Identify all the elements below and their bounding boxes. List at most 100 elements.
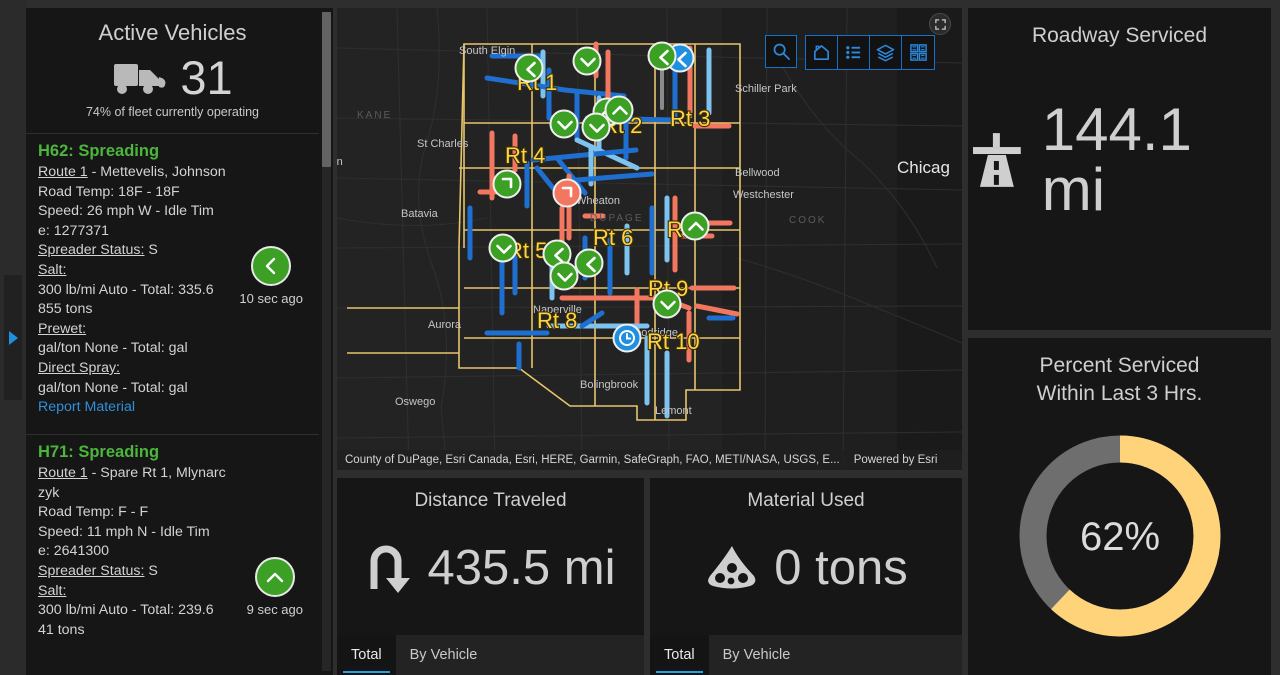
distance-tabs[interactable]: Total By Vehicle <box>337 635 644 675</box>
triangle-right-icon <box>8 330 18 345</box>
tab-by-vehicle[interactable]: By Vehicle <box>396 635 492 675</box>
material-value: 0 tons <box>774 540 908 595</box>
direct-spray-value: gal/ton None - Total: gal <box>38 379 188 396</box>
map-route-label: Rt 8 <box>537 308 577 333</box>
route-rest: - Mettevelis, Johnson <box>87 164 226 180</box>
card-title: Distance Traveled <box>414 490 567 511</box>
map-vehicle-marker[interactable] <box>647 41 677 71</box>
salt-heading: Salt: <box>38 582 243 602</box>
map-place-label: Bellwood <box>735 167 780 179</box>
map-vehicle-marker[interactable] <box>549 261 579 291</box>
vehicle-card[interactable]: H62: Spreading Route 1 - Mettevelis, Joh… <box>26 134 319 434</box>
spreader-status-value: S <box>144 242 158 259</box>
active-vehicles-scroll-area[interactable]: Active Vehicles 31 74% of fleet currentl… <box>26 8 319 675</box>
map-attribution: County of DuPage, Esri Canada, Esri, HER… <box>337 450 962 470</box>
salt-heading: Salt: <box>38 261 243 281</box>
spreader-status-label: Spreader Status: <box>38 562 145 579</box>
vehicles-scrollbar-thumb[interactable] <box>322 12 331 167</box>
salt-label: Salt: <box>38 582 67 599</box>
panel-expand-handle[interactable] <box>4 275 22 400</box>
map-place-label: St Charles <box>417 138 469 150</box>
vehicle-speed: Speed: 26 mph W - Idle Tim <box>38 203 214 220</box>
map-place-label: Wheaton <box>576 195 620 207</box>
map-vehicle-marker[interactable] <box>581 112 611 142</box>
map-vehicle-marker[interactable] <box>680 211 710 241</box>
map-place-label: South Elgin <box>459 45 515 57</box>
material-used-card: Material Used 0 tons Total By Vehicle <box>650 478 962 675</box>
map-place-label: COOK <box>789 215 826 226</box>
map-place-label: Bolingbrook <box>580 379 639 391</box>
vehicle-speed: Speed: 11 mph N - Idle Tim <box>38 523 210 540</box>
direct-spray-heading: Direct Spray: <box>38 359 243 379</box>
route-rest: - Spare Rt 1, Mlynarc <box>87 465 226 481</box>
vehicle-spreader-status: Spreader Status: S <box>38 562 243 582</box>
vehicle-idle-time-cont: e: 2641300 <box>38 543 110 560</box>
vehicle-status-badge: 9 sec ago <box>247 557 303 617</box>
map-vehicle-marker[interactable] <box>514 53 544 83</box>
distance-value: 435.5 mi <box>427 540 616 595</box>
tab-total[interactable]: Total <box>337 635 396 675</box>
map-vehicle-marker[interactable] <box>612 323 642 353</box>
chevron-left-circle-icon <box>251 246 292 286</box>
map-toolbar[interactable] <box>765 35 935 70</box>
map-vehicle-marker[interactable] <box>552 178 582 208</box>
map-vehicle-marker[interactable] <box>549 109 579 139</box>
home-icon[interactable] <box>806 36 838 69</box>
u-turn-arrow-icon <box>370 545 410 593</box>
map-vehicle-marker[interactable] <box>574 248 604 278</box>
map-place-label: Schiller Park <box>735 83 797 95</box>
map-panel[interactable]: .rdmin { stroke:#313131; stroke-width:1.… <box>337 8 962 470</box>
basemap-gallery-icon[interactable] <box>902 36 934 69</box>
prewet-label: Prewet: <box>38 320 87 337</box>
active-vehicles-kpi: 31 <box>26 52 319 105</box>
card-title: Material Used <box>747 490 865 511</box>
vehicle-spreader-status: Spreader Status: S <box>38 241 243 261</box>
vehicle-last-update: 9 sec ago <box>246 602 303 617</box>
legend-list-icon[interactable] <box>838 36 870 69</box>
vehicle-idle-time-cont: e: 1277371 <box>38 222 110 239</box>
map-vehicle-marker[interactable] <box>652 289 682 319</box>
truck-icon <box>114 63 166 94</box>
vehicle-card[interactable]: H71: Spreading Route 1 - Spare Rt 1, Mly… <box>26 435 319 675</box>
salt-label: Salt: <box>38 261 67 278</box>
roadway-value: 144.1 mi <box>1041 96 1192 223</box>
report-material-link[interactable]: Report Material <box>38 398 243 418</box>
map-route-label: Rt 6 <box>593 225 633 250</box>
map-vehicle-marker[interactable] <box>492 169 522 199</box>
donut-chart-wrap: 62% <box>968 408 1271 663</box>
map-place-label: Lemont <box>655 405 692 417</box>
vehicle-route-line: Route 1 - Mettevelis, Johnson <box>38 163 243 183</box>
map-vehicle-marker[interactable] <box>488 233 518 263</box>
vehicle-details: Route 1 - Mettevelis, Johnson Road Temp:… <box>38 163 243 418</box>
route-label: Route 1 <box>38 164 88 180</box>
layers-icon[interactable] <box>870 36 902 69</box>
chevron-up-circle-icon <box>254 557 295 597</box>
map-powered-by: Powered by Esri <box>853 454 938 466</box>
map-vehicle-marker[interactable] <box>604 95 634 125</box>
vehicle-title: H62: Spreading <box>38 142 160 160</box>
prewet-heading: Prewet: <box>38 320 243 340</box>
vehicle-road-temp: Road Temp: F - F <box>38 504 149 521</box>
panel-title: Active Vehicles <box>98 20 247 45</box>
tab-total[interactable]: Total <box>650 635 709 675</box>
vehicle-route-cont: zyk <box>38 484 60 501</box>
vehicle-status-badge: 10 sec ago <box>239 246 303 306</box>
map-place-label: rn <box>337 156 343 168</box>
map-canvas[interactable]: .rdmin { stroke:#313131; stroke-width:1.… <box>337 8 962 470</box>
vehicle-title: H71: Spreading <box>38 443 160 461</box>
fullscreen-expand-icon[interactable] <box>929 13 951 35</box>
active-vehicles-panel: Active Vehicles 31 74% of fleet currentl… <box>26 8 333 675</box>
tab-by-vehicle[interactable]: By Vehicle <box>709 635 805 675</box>
map-vehicle-marker[interactable] <box>572 46 602 76</box>
map-tool-group[interactable] <box>805 35 935 70</box>
fleet-operating-subtitle: 74% of fleet currently operating <box>85 105 260 119</box>
vehicles-scrollbar[interactable] <box>322 12 331 671</box>
map-place-label: Westchester <box>733 189 794 201</box>
percent-serviced-donut: 62% <box>1019 435 1220 636</box>
map-graphics: .rdmin { stroke:#313131; stroke-width:1.… <box>337 8 962 470</box>
active-vehicles-count: 31 <box>180 51 233 104</box>
search-icon[interactable] <box>765 35 797 68</box>
material-tabs[interactable]: Total By Vehicle <box>650 635 962 675</box>
card-title-line1: Percent Serviced <box>1039 354 1200 377</box>
left-rail <box>0 0 26 675</box>
